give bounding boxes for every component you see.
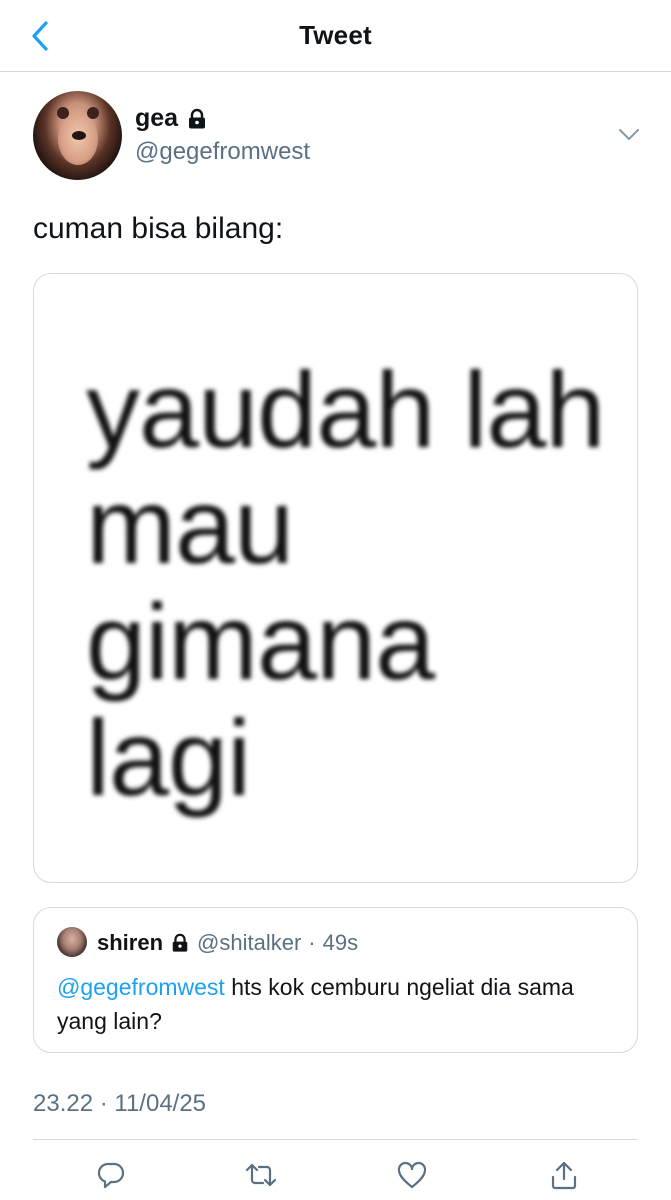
author-name: gea [135,104,179,132]
reply-icon [97,1162,125,1189]
avatar-filter-ear-left [57,107,69,119]
lock-icon [189,108,206,128]
heart-icon [397,1161,427,1189]
author-avatar[interactable] [33,91,122,180]
avatar-filter-nose [72,131,86,140]
tweet-media-image[interactable]: yaudah lah mau gimana lagi [33,273,638,883]
quoted-header: shiren @shitalker · 49s [97,930,358,956]
retweet-icon [245,1163,277,1187]
more-options-button[interactable] [614,122,644,148]
divider [33,1139,638,1140]
tweet-timestamp: 23.22 · 11/04/25 [33,1090,207,1117]
quoted-mention-link[interactable]: @gegefromwest [57,974,225,1000]
reply-button[interactable] [91,1155,131,1195]
lock-icon [172,933,188,952]
top-bar: Tweet [0,0,671,72]
author-name-row[interactable]: gea [135,104,208,133]
media-image-text: yaudah lah mau gimana lagi [86,349,605,818]
quoted-tweet[interactable]: shiren @shitalker · 49s @gegefromwest ht… [33,907,638,1053]
media-line: mau [86,465,294,586]
tweet-text: cuman bisa bilang: [33,212,284,245]
media-line: gimana [86,581,435,702]
media-line: yaudah lah [86,349,605,470]
author-handle[interactable]: @gegefromwest [135,138,310,166]
media-line: lagi [86,697,251,818]
quoted-text: @gegefromwest hts kok cemburu ngeliat di… [57,970,617,1038]
like-button[interactable] [392,1155,432,1195]
avatar-filter-ear-right [87,107,99,119]
share-icon [551,1161,577,1190]
quoted-handle: @shitalker [197,930,302,955]
share-button[interactable] [544,1155,584,1195]
chevron-down-icon [619,129,639,140]
quoted-time: 49s [322,930,359,955]
quoted-separator: · [308,930,316,955]
page-title: Tweet [299,20,372,50]
retweet-button[interactable] [241,1155,281,1195]
quoted-name: shiren [97,930,164,955]
quoted-avatar [57,927,87,957]
